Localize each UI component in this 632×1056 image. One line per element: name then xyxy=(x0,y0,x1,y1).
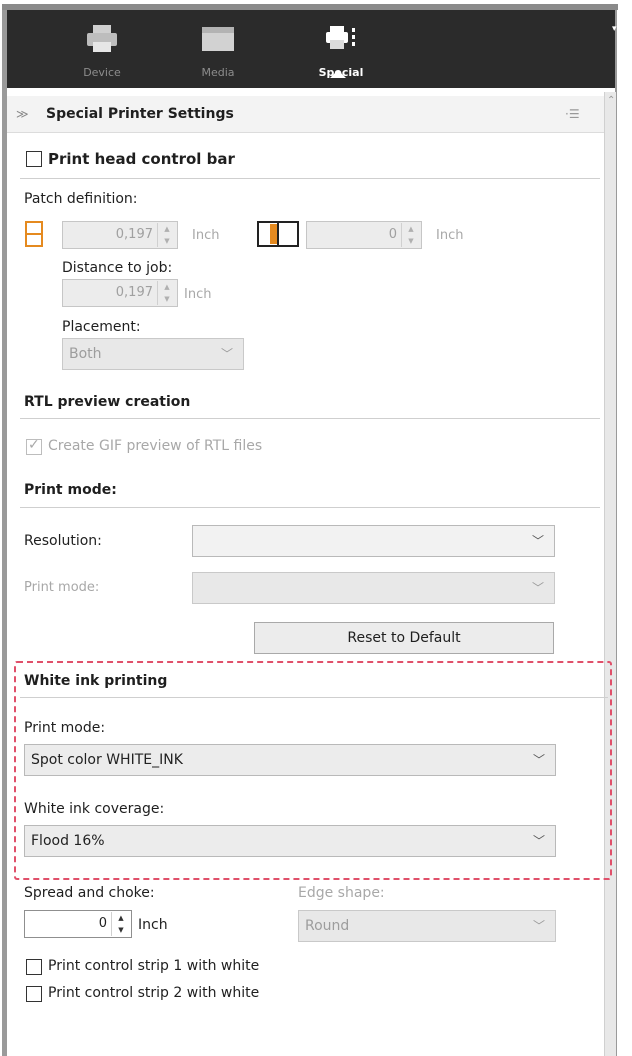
chevron-down-icon: ﹀ xyxy=(220,347,233,361)
reset-to-default-button[interactable]: Reset to Default xyxy=(254,622,554,654)
window-left-border xyxy=(2,10,7,1056)
resolution-label: Resolution: xyxy=(24,533,102,549)
edge-shape-dropdown[interactable]: Round ﹀ xyxy=(298,910,556,942)
placement-label: Placement: xyxy=(62,319,141,335)
placement-value: Both xyxy=(69,346,102,362)
patch-width-arrows[interactable]: ▲ ▼ xyxy=(401,223,420,247)
patch-width-value: 0 xyxy=(388,227,397,242)
scrollbar-track[interactable] xyxy=(604,92,616,1056)
media-icon xyxy=(202,27,234,51)
white-ink-coverage-dropdown[interactable]: Flood 16% ﹀ xyxy=(24,825,556,857)
print-head-control-bar-label: Print head control bar xyxy=(48,150,235,168)
chevron-down-icon: ﹀ xyxy=(532,919,545,933)
print-mode-dropdown-disabled[interactable]: ﹀ xyxy=(192,572,555,604)
patch-width-icon xyxy=(257,221,299,247)
divider xyxy=(20,418,600,419)
create-gif-preview-checkbox[interactable]: ✓ xyxy=(26,437,42,455)
spread-and-choke-unit: Inch xyxy=(138,917,168,933)
print-mode-label-disabled: Print mode: xyxy=(24,580,100,595)
collapse-chevron-icon[interactable]: ≫ xyxy=(16,107,29,121)
printer-icon xyxy=(87,25,117,52)
active-tab-indicator xyxy=(330,70,346,78)
white-ink-coverage-value: Flood 16% xyxy=(31,833,105,849)
spread-and-choke-arrows[interactable]: ▲ ▼ xyxy=(111,912,130,936)
edge-shape-value: Round xyxy=(305,918,350,934)
resolution-dropdown[interactable]: ﹀ xyxy=(192,525,555,557)
control-strip-2-label: Print control strip 2 with white xyxy=(48,985,260,1001)
white-ink-print-mode-value: Spot color WHITE_INK xyxy=(31,752,183,768)
tab-media[interactable]: Media xyxy=(178,10,258,88)
panel-menu-icon[interactable]: ·☰ xyxy=(565,107,580,121)
window-dropdown-icon[interactable]: ▾ xyxy=(612,24,619,34)
rtl-preview-heading: RTL preview creation xyxy=(24,394,191,410)
patch-height-arrows[interactable]: ▲ ▼ xyxy=(157,223,176,247)
edge-shape-label: Edge shape: xyxy=(298,885,385,901)
distance-to-job-value: 0,197 xyxy=(115,285,153,300)
spread-and-choke-label: Spread and choke: xyxy=(24,885,155,901)
patch-height-icon xyxy=(25,221,43,247)
divider xyxy=(20,507,600,508)
tab-media-label: Media xyxy=(201,66,235,79)
scroll-up-icon[interactable]: ⌃ xyxy=(607,95,615,106)
special-printer-icon xyxy=(326,26,355,49)
print-head-control-bar-checkbox[interactable] xyxy=(26,151,42,167)
spread-and-choke-stepper[interactable]: 0 ▲ ▼ xyxy=(24,910,132,938)
control-strip-1-checkbox[interactable] xyxy=(26,959,42,975)
tab-device-label: Device xyxy=(83,66,121,79)
print-mode-heading: Print mode: xyxy=(24,482,117,498)
control-strip-1-label: Print control strip 1 with white xyxy=(48,958,260,974)
divider xyxy=(20,178,600,179)
settings-tab-bar: Device Media Special xyxy=(7,10,615,88)
spread-and-choke-value: 0 xyxy=(98,916,107,931)
patch-width-unit: Inch xyxy=(436,228,464,243)
chevron-down-icon: ﹀ xyxy=(531,534,544,548)
distance-to-job-stepper[interactable]: 0,197 ▲ ▼ xyxy=(62,279,178,307)
white-ink-print-mode-dropdown[interactable]: Spot color WHITE_INK ﹀ xyxy=(24,744,556,776)
chevron-down-icon: ﹀ xyxy=(531,581,544,595)
white-ink-heading: White ink printing xyxy=(24,673,168,689)
patch-height-stepper[interactable]: 0,197 ▲ ▼ xyxy=(62,221,178,249)
patch-width-stepper[interactable]: 0 ▲ ▼ xyxy=(306,221,422,249)
create-gif-preview-label: Create GIF preview of RTL files xyxy=(48,438,263,454)
distance-to-job-unit: Inch xyxy=(184,287,212,302)
chevron-down-icon: ﹀ xyxy=(532,834,545,848)
placement-dropdown[interactable]: Both ﹀ xyxy=(62,338,244,370)
panel-title: Special Printer Settings xyxy=(46,106,234,122)
special-printer-settings-window: Device Media Special ▾ ≫ Special Printer… xyxy=(0,0,632,1056)
patch-height-unit: Inch xyxy=(192,228,220,243)
white-ink-print-mode-label: Print mode: xyxy=(24,720,106,736)
tab-device[interactable]: Device xyxy=(62,10,142,88)
patch-height-value: 0,197 xyxy=(115,227,153,242)
chevron-down-icon: ﹀ xyxy=(532,753,545,767)
white-ink-coverage-label: White ink coverage: xyxy=(24,801,165,817)
checkmark-icon: ✓ xyxy=(28,437,40,453)
control-strip-2-checkbox[interactable] xyxy=(26,986,42,1002)
distance-to-job-label: Distance to job: xyxy=(62,260,173,276)
divider xyxy=(20,697,608,698)
distance-to-job-arrows[interactable]: ▲ ▼ xyxy=(157,281,176,305)
patch-definition-label: Patch definition: xyxy=(24,191,138,207)
